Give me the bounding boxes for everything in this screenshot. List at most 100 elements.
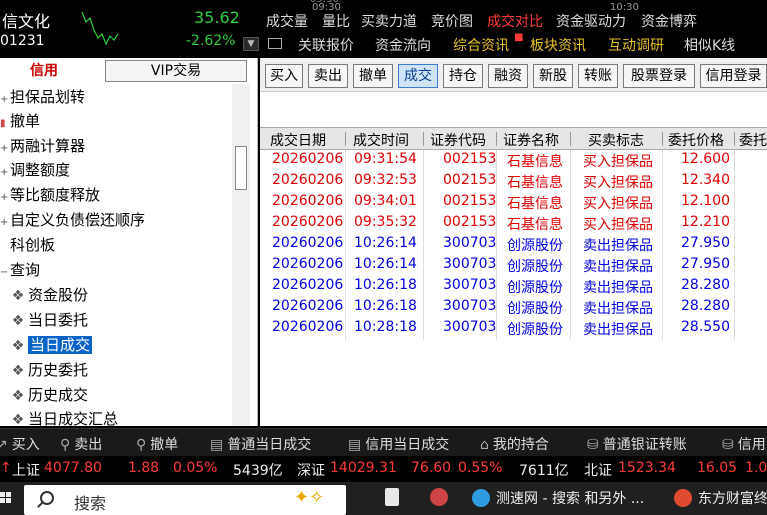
tab-research[interactable]: 互动调研 [608, 35, 664, 55]
quick-normal-trades[interactable]: ▤ 普通当日成交 [210, 434, 311, 454]
credit-login-button[interactable]: 信用登录 [700, 64, 767, 88]
sidebar-item-funds-shares[interactable]: ❖ 资金股份 [8, 284, 88, 306]
tab-fund-drive[interactable]: 资金驱动力 [556, 11, 626, 31]
menu-icon[interactable] [268, 38, 282, 49]
sz-index-change: 76.60 [411, 460, 452, 476]
document-icon: ▮ [0, 118, 6, 129]
tab-fund-flow[interactable]: 资金流向 [375, 35, 431, 55]
windows-taskbar: 搜索 ✦✧ 测速网 - 搜索 和另外 ... 东方财富终 [0, 482, 767, 515]
tab-auction-chart[interactable]: 竞价图 [431, 11, 473, 31]
tab-vip-trade[interactable]: VIP交易 [105, 60, 247, 82]
tab-credit[interactable]: 信用 [0, 60, 88, 82]
quick-my-positions[interactable]: ⌂ 我的持合 [480, 434, 549, 454]
taskbar-search-box[interactable]: 搜索 ✦✧ [24, 485, 346, 515]
table-row[interactable]: 20260206 09:35:32 002153 石基信息 买入担保品 12.210 [260, 213, 767, 234]
tab-fund-game[interactable]: 资金博弈 [641, 11, 697, 31]
tab-sector-news[interactable]: 板块资讯 [530, 35, 586, 55]
cancel-button[interactable]: 撤单 [353, 64, 393, 88]
sidebar-item-today-trades[interactable]: ❖ 当日成交 [8, 334, 93, 356]
dropdown-icon[interactable]: ▼ [243, 37, 259, 51]
ipo-button[interactable]: 新股 [533, 64, 573, 88]
transfer-button[interactable]: 转账 [578, 64, 618, 88]
taskbar-app-eastmoney[interactable]: 东方财富终 [674, 488, 767, 508]
cell-name: 石基信息 [507, 154, 563, 170]
quick-credit-trades[interactable]: ▤ 信用当日成交 [348, 434, 449, 454]
cell-name: 石基信息 [507, 175, 563, 191]
quick-sell[interactable]: ⚲ 卖出 [60, 434, 102, 454]
cell-side: 买入担保品 [583, 217, 653, 233]
bz-index-name: 北证 [584, 463, 612, 479]
tab-volume-ratio[interactable]: 量比 [322, 11, 350, 31]
sidebar-item-collateral-transfer[interactable]: + 担保品划转 [0, 86, 85, 108]
col-header-code[interactable]: 证券代码 [430, 130, 486, 150]
bz-index-value: 1523.34 [618, 460, 676, 476]
table-row[interactable]: 20260206 10:26:18 300703 创源股份 卖出担保品 28.280 [260, 276, 767, 297]
sell-button[interactable]: 卖出 [308, 64, 348, 88]
table-row[interactable]: 20260206 10:26:14 300703 创源股份 卖出担保品 27.950 [260, 255, 767, 276]
list-icon: ▤ [210, 437, 224, 453]
cell-time: 10:28:18 [354, 319, 417, 335]
sidebar-item-history-trades[interactable]: ❖ 历史成交 [8, 384, 88, 406]
taskbar-app-edge[interactable]: 测速网 - 搜索 和另外 ... [472, 488, 644, 508]
quick-bank-transfer[interactable]: ⛁ 普通银证转账 [587, 434, 687, 454]
cell-name: 创源股份 [507, 301, 563, 317]
col-header-more[interactable]: 委托 [739, 130, 767, 150]
col-header-side[interactable]: 买卖标志 [588, 130, 644, 150]
tab-related-quote[interactable]: 关联报价 [298, 35, 354, 55]
quick-cancel[interactable]: ⚲ 撤单 [136, 434, 178, 454]
expand-icon: + [0, 217, 9, 228]
col-header-price[interactable]: 委托价格 [668, 130, 724, 150]
tab-trade-compare[interactable]: 成交对比 [487, 11, 543, 31]
sparkle-icon: ✦✧ [294, 487, 325, 508]
file-icon[interactable] [385, 488, 405, 506]
col-header-name[interactable]: 证券名称 [503, 130, 559, 150]
table-row[interactable]: 20260206 10:26:18 300703 创源股份 卖出担保品 28.280 [260, 297, 767, 318]
financing-button[interactable]: 融资 [488, 64, 528, 88]
sidebar-item-history-orders[interactable]: ❖ 历史委托 [8, 359, 88, 381]
list-icon: ▤ [348, 437, 362, 453]
sidebar-item-today-trades-summary[interactable]: ❖ 当日成交汇总 [8, 408, 118, 426]
tab-similar-kline[interactable]: 相似K线 [684, 35, 735, 55]
sidebar-item-adjust-quota[interactable]: + 调整额度 [0, 159, 70, 181]
scrollbar-thumb[interactable] [235, 146, 247, 190]
app-icon[interactable] [430, 488, 454, 506]
expand-icon: + [0, 143, 9, 154]
chart-tabs-row1: 09:30 10:30 成交量 量比 买卖力道 竞价图 成交对比 资金驱动力 资… [260, 2, 767, 32]
sidebar-item-margin-calculator[interactable]: + 两融计算器 [0, 135, 85, 157]
quick-buy[interactable]: ↗ 买入 [0, 434, 40, 454]
stock-login-button[interactable]: 股票登录 [623, 64, 695, 88]
sidebar-item-custom-debt-order[interactable]: + 自定义负债偿还顺序 [0, 209, 145, 231]
table-row[interactable]: 20260206 09:32:53 002153 石基信息 买入担保品 12.340 [260, 171, 767, 192]
sidebar-item-query[interactable]: − 查询 [0, 259, 40, 281]
index-ticker[interactable]: ↑ 上证 4077.80 1.88 0.05% 5439亿 深证 14029.3… [0, 456, 767, 482]
collapse-icon: − [0, 267, 9, 278]
windows-start-icon[interactable] [0, 492, 12, 504]
tab-volume[interactable]: 成交量 [266, 11, 308, 31]
table-row[interactable]: 20260206 10:26:14 300703 创源股份 卖出担保品 27.950 [260, 234, 767, 255]
col-header-date[interactable]: 成交日期 [270, 130, 326, 150]
table-row[interactable]: 20260206 09:31:54 002153 石基信息 买入担保品 12.600 [260, 150, 767, 171]
quick-credit[interactable]: ⛁ 信用 [722, 434, 766, 454]
trades-button[interactable]: 成交 [398, 64, 438, 88]
sidebar-item-star-market[interactable]: 科创板 [0, 234, 55, 256]
buy-button[interactable]: 买入 [265, 64, 303, 88]
col-header-time[interactable]: 成交时间 [353, 130, 409, 150]
sidebar-item-cancel-order[interactable]: ▮ 撤单 [0, 110, 40, 132]
table-row[interactable]: 20260206 09:34:01 002153 石基信息 买入担保品 12.100 [260, 192, 767, 213]
sh-index-name: 上证 [12, 463, 40, 479]
sh-index-amount: 5439亿 [233, 463, 283, 479]
sidebar-item-today-orders[interactable]: ❖ 当日委托 [8, 309, 88, 331]
cell-side: 卖出担保品 [583, 280, 653, 296]
tab-news[interactable]: 综合资讯 [453, 35, 509, 55]
sidebar-item-proportional-release[interactable]: + 等比额度释放 [0, 184, 100, 206]
cell-date: 20260206 [272, 214, 344, 230]
cell-price: 27.950 [681, 256, 730, 272]
tab-buy-sell-force[interactable]: 买卖力道 [361, 11, 417, 31]
table-row[interactable]: 20260206 10:28:18 300703 创源股份 卖出担保品 28.550 [260, 318, 767, 339]
cell-code: 300703 [443, 319, 497, 335]
sidebar-scrollbar[interactable] [232, 84, 250, 426]
cell-side: 卖出担保品 [583, 259, 653, 275]
positions-button[interactable]: 持仓 [443, 64, 483, 88]
stock-quote-panel[interactable]: 09:30 信文化 01231 35.62 -2.62% ▼ [0, 0, 339, 56]
expand-icon: + [0, 167, 9, 178]
